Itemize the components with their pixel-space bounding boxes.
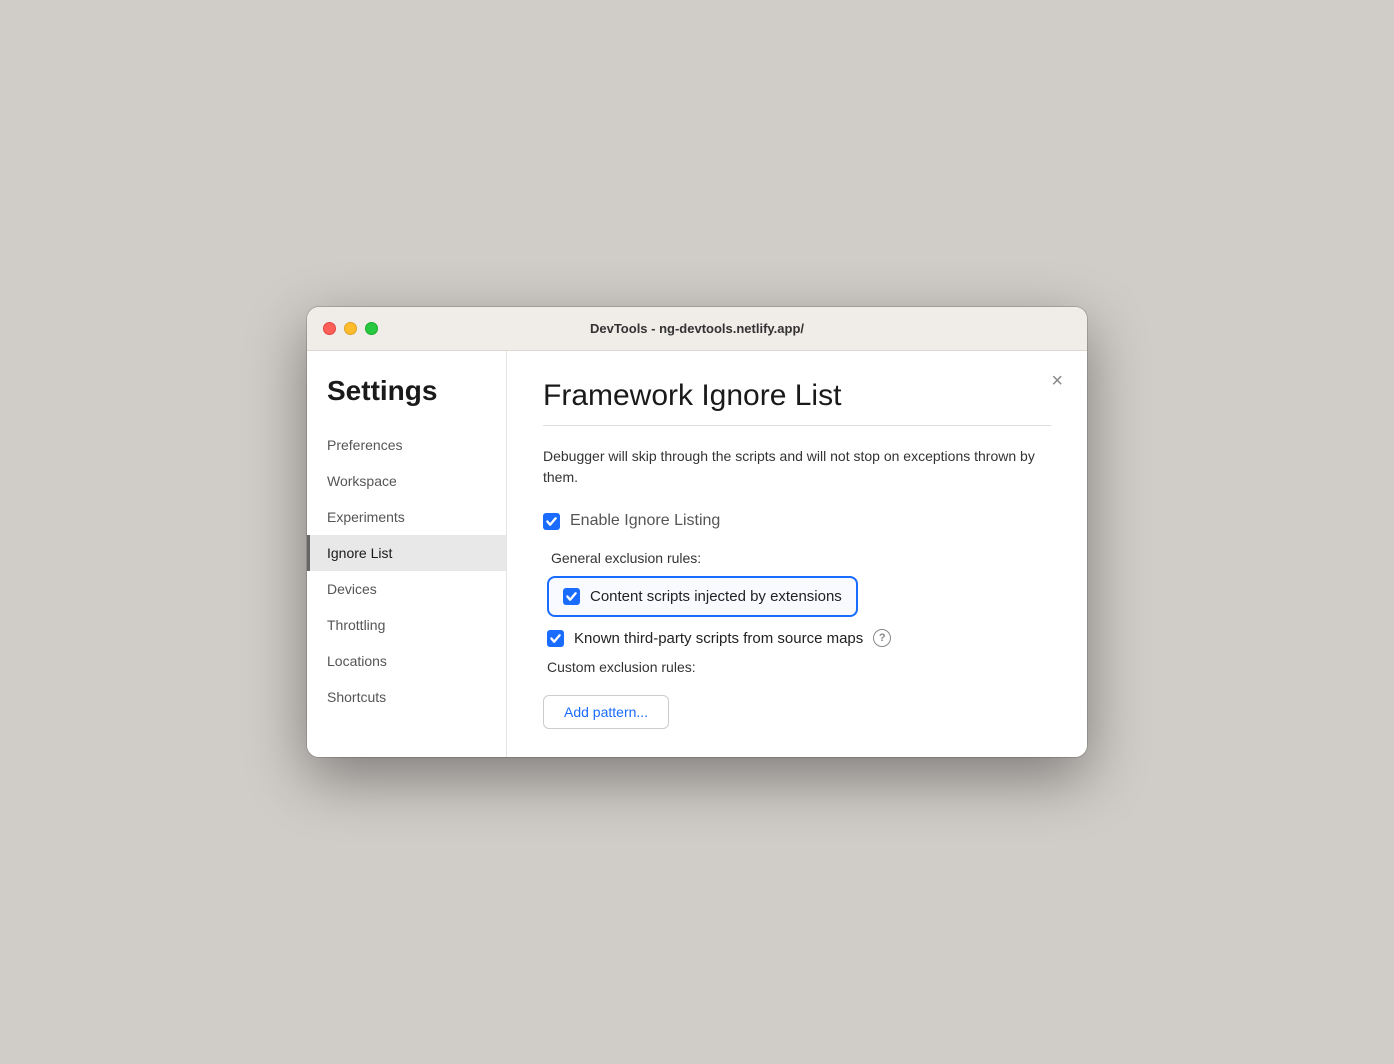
- third-party-scripts-checkbox[interactable]: [547, 630, 564, 647]
- settings-heading: Settings: [307, 375, 506, 427]
- sidebar-item-workspace[interactable]: Workspace: [307, 463, 506, 499]
- close-traffic-light[interactable]: [323, 322, 336, 335]
- content-scripts-checkbox[interactable]: [563, 588, 580, 605]
- enable-ignore-listing-label: Enable Ignore Listing: [570, 512, 720, 530]
- close-button[interactable]: ×: [1051, 371, 1063, 391]
- description-text: Debugger will skip through the scripts a…: [543, 446, 1051, 488]
- maximize-traffic-light[interactable]: [365, 322, 378, 335]
- add-pattern-button[interactable]: Add pattern...: [543, 695, 669, 729]
- traffic-lights: [323, 322, 378, 335]
- devtools-window: DevTools - ng-devtools.netlify.app/ Sett…: [307, 307, 1087, 757]
- enable-ignore-listing-row: Enable Ignore Listing: [543, 512, 1051, 530]
- third-party-scripts-label: Known third-party scripts from source ma…: [574, 630, 863, 647]
- content-scripts-label: Content scripts injected by extensions: [590, 588, 842, 605]
- sidebar-item-preferences[interactable]: Preferences: [307, 427, 506, 463]
- minimize-traffic-light[interactable]: [344, 322, 357, 335]
- sidebar-item-devices[interactable]: Devices: [307, 571, 506, 607]
- enable-ignore-listing-checkbox[interactable]: [543, 513, 560, 530]
- titlebar: DevTools - ng-devtools.netlify.app/: [307, 307, 1087, 351]
- content-area: Settings Preferences Workspace Experimen…: [307, 351, 1087, 757]
- general-exclusion-label: General exclusion rules:: [551, 550, 1051, 566]
- rules-container: General exclusion rules: Content scripts…: [547, 550, 1051, 647]
- page-title: Framework Ignore List: [543, 379, 1051, 413]
- sidebar-item-shortcuts[interactable]: Shortcuts: [307, 679, 506, 715]
- window-title: DevTools - ng-devtools.netlify.app/: [590, 321, 804, 336]
- sidebar-item-ignore-list[interactable]: Ignore List: [307, 535, 506, 571]
- sidebar-item-throttling[interactable]: Throttling: [307, 607, 506, 643]
- custom-exclusion-label: Custom exclusion rules:: [547, 659, 1051, 675]
- third-party-scripts-rule: Known third-party scripts from source ma…: [547, 629, 1051, 647]
- sidebar-item-experiments[interactable]: Experiments: [307, 499, 506, 535]
- main-panel: × Framework Ignore List Debugger will sk…: [507, 351, 1087, 757]
- sidebar-item-locations[interactable]: Locations: [307, 643, 506, 679]
- custom-exclusion-section: Custom exclusion rules: Add pattern...: [543, 659, 1051, 729]
- content-scripts-rule: Content scripts injected by extensions: [547, 576, 858, 617]
- sidebar: Settings Preferences Workspace Experimen…: [307, 351, 507, 757]
- title-divider: [543, 425, 1051, 426]
- help-icon[interactable]: ?: [873, 629, 891, 647]
